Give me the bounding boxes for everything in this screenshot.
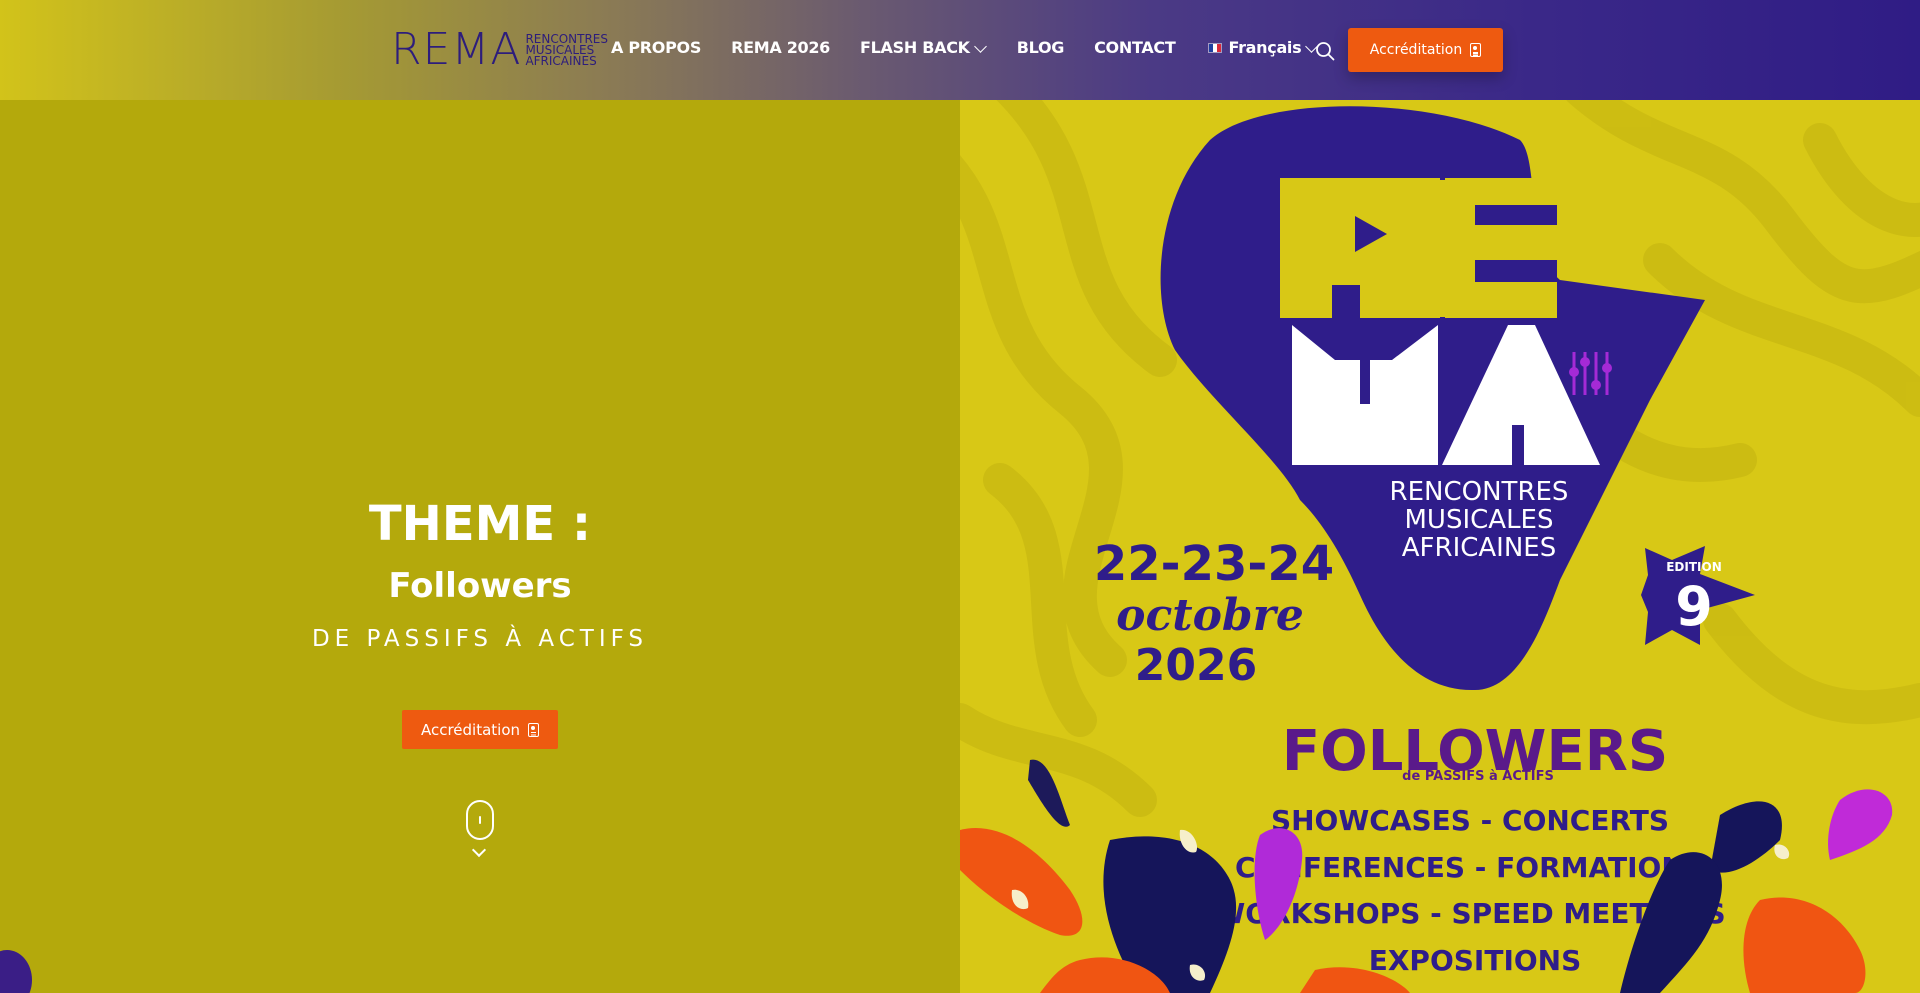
nav-item-rema-2026[interactable]: REMA 2026: [731, 38, 830, 57]
hero-accreditation-button[interactable]: Accréditation: [402, 710, 558, 749]
event-poster: RENCONTRES MUSICALES AFRICAINES 22-23-24…: [960, 100, 1920, 993]
poster-dates: 22-23-24: [1094, 536, 1334, 592]
poster-org-line: MUSICALES: [1405, 505, 1554, 535]
poster-theme-sub: de PASSIFS à ACTIFS: [1402, 769, 1554, 784]
poster-org-line: AFRICAINES: [1402, 533, 1556, 563]
id-badge-icon: [1470, 43, 1482, 57]
search-icon[interactable]: [1315, 41, 1335, 61]
nav-item-contact[interactable]: CONTACT: [1094, 38, 1176, 57]
poster-org-line: RENCONTRES: [1390, 477, 1569, 507]
nav-item-label: CONTACT: [1094, 38, 1176, 57]
poster-graphic: RENCONTRES MUSICALES AFRICAINES 22-23-24…: [960, 100, 1920, 993]
decorative-blob: [0, 950, 32, 993]
poster-activity: SHOWCASES - CONCERTS: [1271, 804, 1669, 837]
fr-flag-icon: [1208, 42, 1223, 53]
accreditation-label: Accréditation: [1369, 42, 1463, 58]
nav-item-flash-back[interactable]: FLASH BACK: [860, 38, 987, 57]
chevron-down-icon: [471, 842, 487, 858]
nav-item-a-propos[interactable]: A PROPOS: [611, 38, 701, 57]
main-nav: A PROPOS REMA 2026 FLASH BACK BLOG CONTA…: [611, 38, 1346, 57]
edition-label: EDITION: [1666, 560, 1722, 574]
id-badge-icon: [528, 722, 540, 737]
edition-number: 9: [1675, 575, 1713, 638]
hero-title: THEME :: [368, 496, 592, 552]
site-header: REMA RENCONTRES MUSICALES AFRICAINES A P…: [0, 0, 1920, 100]
nav-item-label: REMA 2026: [731, 38, 831, 57]
poster-activity: CONFERENCES - FORMATIONS: [1235, 851, 1705, 884]
nav-item-blog[interactable]: BLOG: [1016, 38, 1065, 57]
accreditation-label: Accréditation: [420, 720, 521, 739]
hero-tagline: DE PASSIFS À ACTIFS: [311, 626, 649, 652]
logo-subtitle: RENCONTRES MUSICALES AFRICAINES: [525, 33, 608, 68]
hero-subtitle: Followers: [388, 566, 572, 606]
accreditation-button[interactable]: Accréditation: [1348, 28, 1503, 72]
hero-text-panel: THEME : Followers DE PASSIFS À ACTIFS Ac…: [0, 100, 960, 993]
nav-item-label: A PROPOS: [611, 38, 702, 57]
language-label: Français: [1228, 38, 1302, 57]
chevron-down-icon: [973, 39, 987, 53]
poster-month: octobre: [1116, 590, 1304, 641]
poster-activity: EXPOSITIONS: [1369, 944, 1582, 977]
rema-logo[interactable]: REMA RENCONTRES MUSICALES AFRICAINES: [391, 24, 608, 75]
logo-sub-line: AFRICAINES: [525, 53, 597, 68]
logo-mark: REMA: [391, 24, 522, 75]
poster-year: 2026: [1135, 640, 1257, 691]
mouse-scroll-icon[interactable]: [466, 800, 494, 840]
nav-item-label: BLOG: [1016, 38, 1065, 57]
language-switcher[interactable]: Français: [1208, 38, 1319, 57]
nav-item-label: FLASH BACK: [860, 38, 970, 57]
